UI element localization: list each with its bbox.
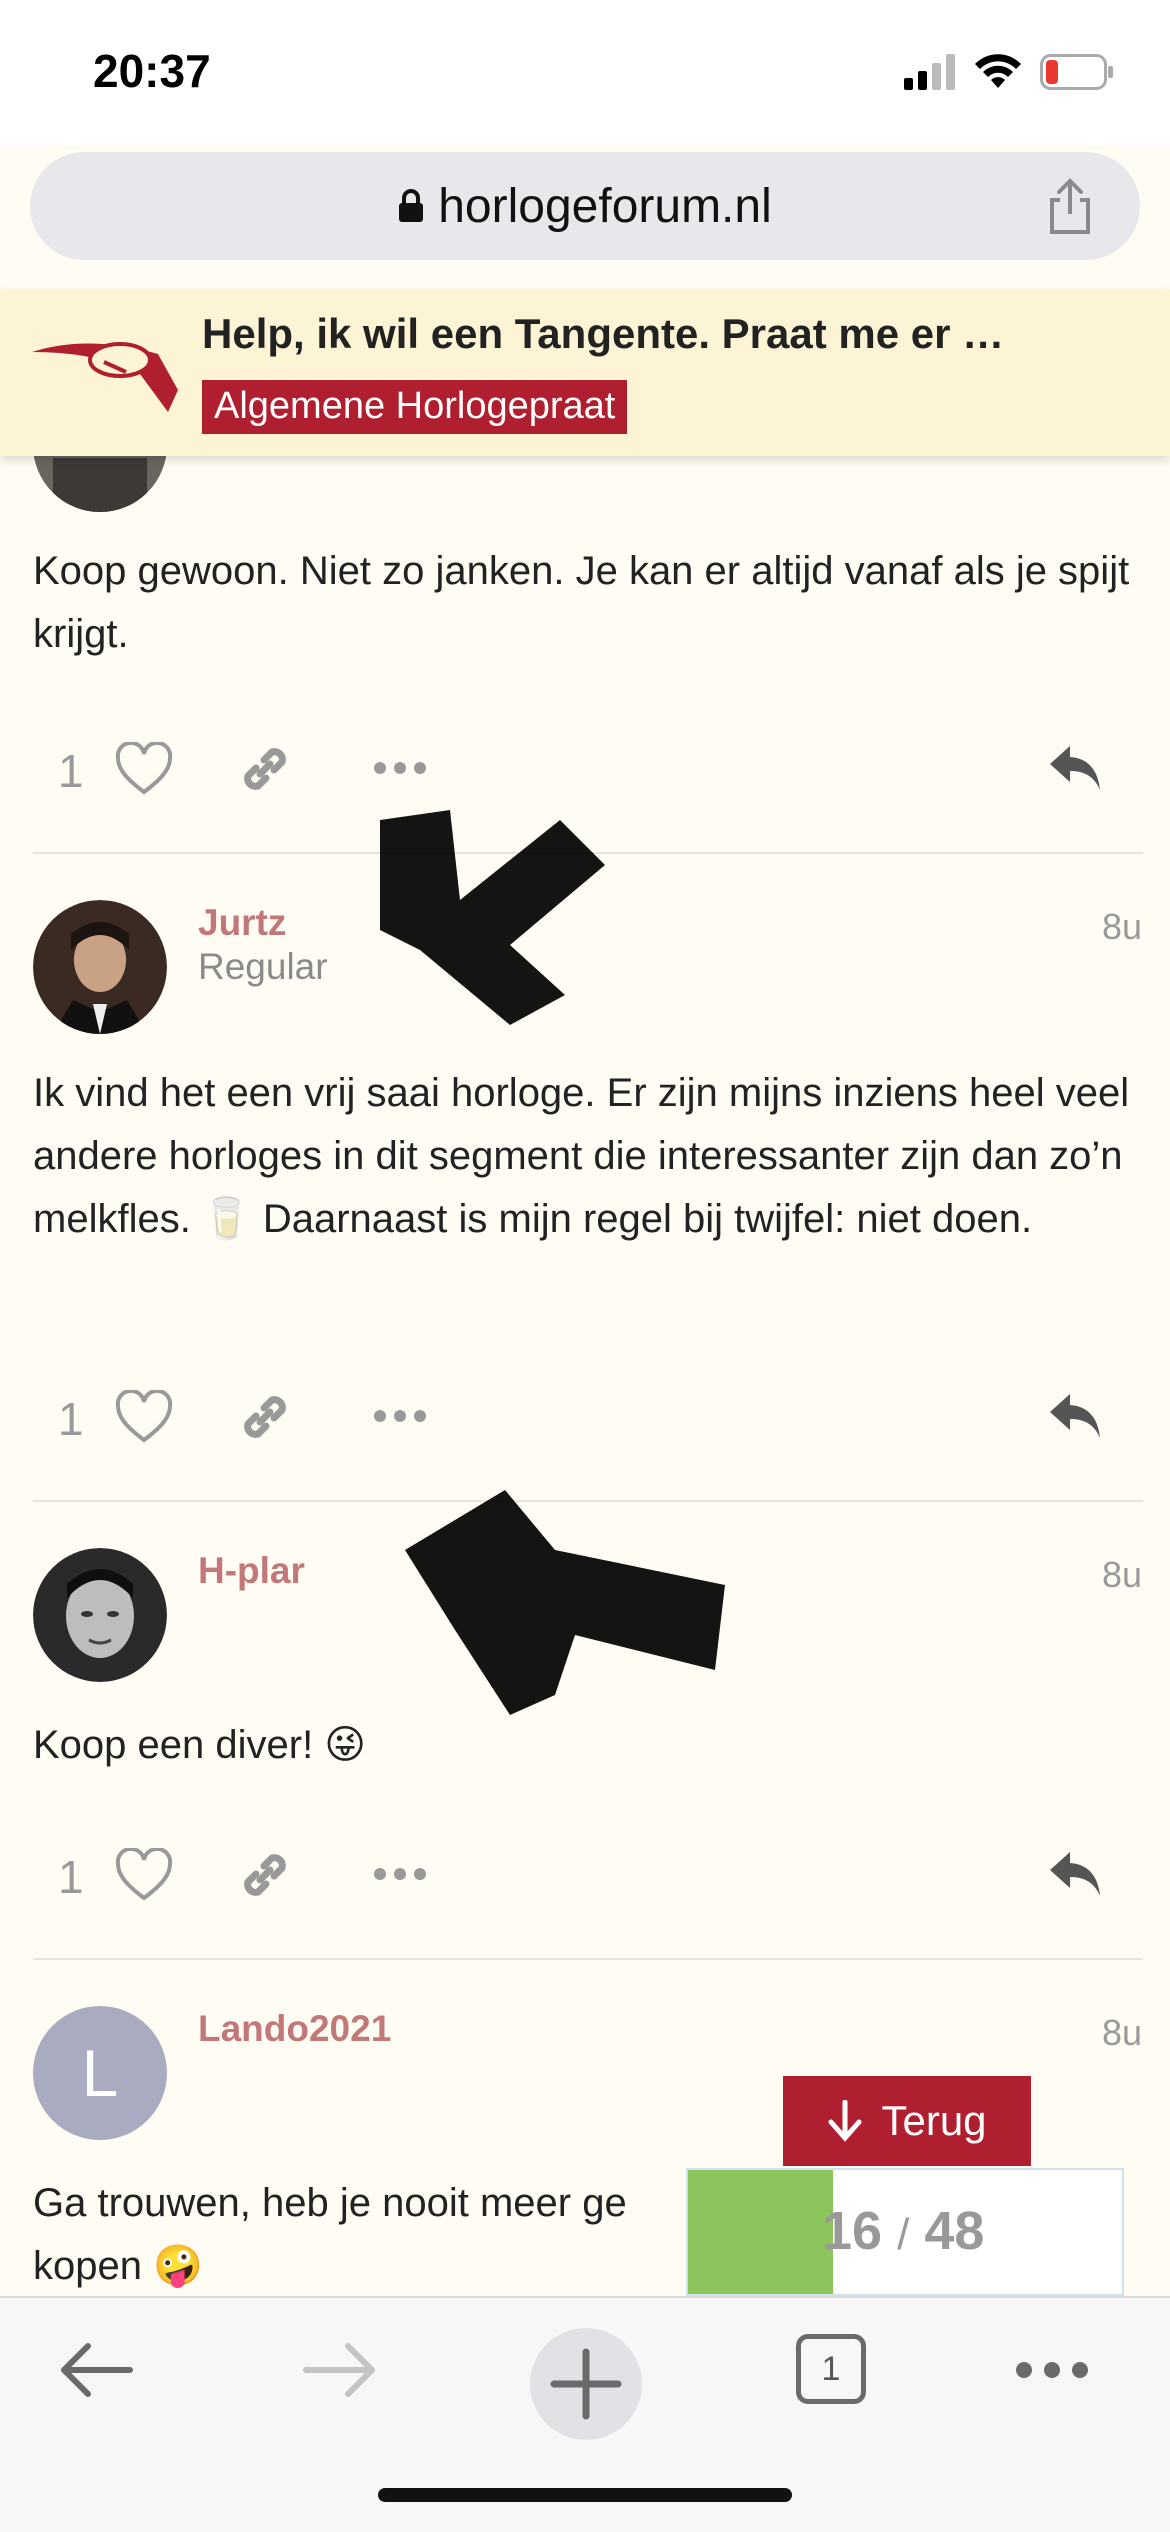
tabs-icon[interactable]: 1: [796, 2334, 866, 2404]
user-title: Regular: [198, 946, 328, 987]
plus-icon: [550, 2348, 622, 2420]
post-date[interactable]: 8u: [1102, 2012, 1142, 2054]
url-text: horlogeforum.nl: [438, 179, 772, 233]
back-button-label: Terug: [881, 2097, 987, 2144]
status-bar: 20:37: [0, 0, 1170, 145]
more-icon[interactable]: [370, 1404, 430, 1428]
scribble-arrow: [380, 810, 605, 1025]
post-divider: [33, 1958, 1143, 1960]
ellipsis-icon[interactable]: [1012, 2358, 1092, 2382]
back-to-position-button[interactable]: Terug: [783, 2076, 1031, 2166]
heart-icon[interactable]: [115, 1848, 173, 1902]
like-count: 1: [58, 1393, 84, 1445]
post-date[interactable]: 8u: [1102, 1554, 1142, 1596]
tab-count: 1: [821, 2349, 841, 2388]
progress-fill: [688, 2170, 833, 2294]
topic-title[interactable]: Help, ik wil een Tangente. Praat me er …: [202, 310, 1082, 358]
avatar-letter: L: [81, 2036, 119, 2110]
url-bar[interactable]: horlogeforum.nl: [30, 152, 1140, 260]
post-date[interactable]: 8u: [1102, 906, 1142, 948]
arrow-down-icon: [828, 2100, 862, 2142]
username[interactable]: Lando2021: [198, 2008, 391, 2050]
reply-icon[interactable]: [1046, 1848, 1104, 1900]
like-count: 1: [58, 745, 84, 797]
battery-icon: [1040, 54, 1113, 90]
timeline-progress[interactable]: 16 / 48: [686, 2168, 1124, 2296]
home-indicator: [378, 2488, 792, 2502]
avatar[interactable]: L: [33, 2006, 167, 2140]
avatar[interactable]: [33, 900, 167, 1034]
post-actions: 1: [0, 1384, 1170, 1464]
signal-icon: [904, 54, 955, 90]
back-arrow-icon[interactable]: [58, 2338, 134, 2402]
status-icons: [904, 52, 1114, 92]
forum-header: Help, ik wil een Tangente. Praat me er ……: [0, 290, 1170, 456]
reply-icon[interactable]: [1046, 1390, 1104, 1442]
reply-icon[interactable]: [1046, 742, 1104, 794]
post-text: Koop een diver! 😜: [33, 1723, 367, 1767]
heart-icon[interactable]: [115, 1390, 173, 1444]
post-text: Ik vind het een vrij saai horloge. Er zi…: [33, 1071, 1130, 1241]
scribble-arrow: [405, 1490, 725, 1715]
progress-separator: /: [897, 2210, 910, 2259]
wifi-icon: [975, 54, 1021, 88]
forward-arrow-icon[interactable]: [302, 2338, 378, 2402]
avatar[interactable]: [33, 1548, 167, 1682]
more-icon[interactable]: [370, 1862, 430, 1886]
post-actions: 1: [0, 1842, 1170, 1922]
link-icon[interactable]: [236, 1846, 294, 1904]
post-text: Koop gewoon. Niet zo janken. Je kan er a…: [33, 549, 1130, 656]
link-icon[interactable]: [236, 1388, 294, 1446]
progress-total: 48: [924, 2201, 985, 2261]
lock-icon: [399, 189, 424, 222]
progress-text: 16 / 48: [822, 2200, 984, 2262]
link-icon[interactable]: [236, 740, 294, 798]
new-tab-button[interactable]: [530, 2328, 642, 2440]
username[interactable]: Jurtz: [198, 902, 286, 944]
heart-icon[interactable]: [115, 742, 173, 796]
category-badge[interactable]: Algemene Horlogepraat: [202, 380, 628, 434]
forum-logo[interactable]: [28, 312, 188, 422]
progress-current: 16: [822, 2201, 883, 2261]
status-time: 20:37: [93, 45, 211, 97]
username[interactable]: H-plar: [198, 1550, 305, 1592]
like-count: 1: [58, 1851, 84, 1903]
share-icon[interactable]: [1040, 176, 1100, 236]
more-icon[interactable]: [370, 756, 430, 780]
